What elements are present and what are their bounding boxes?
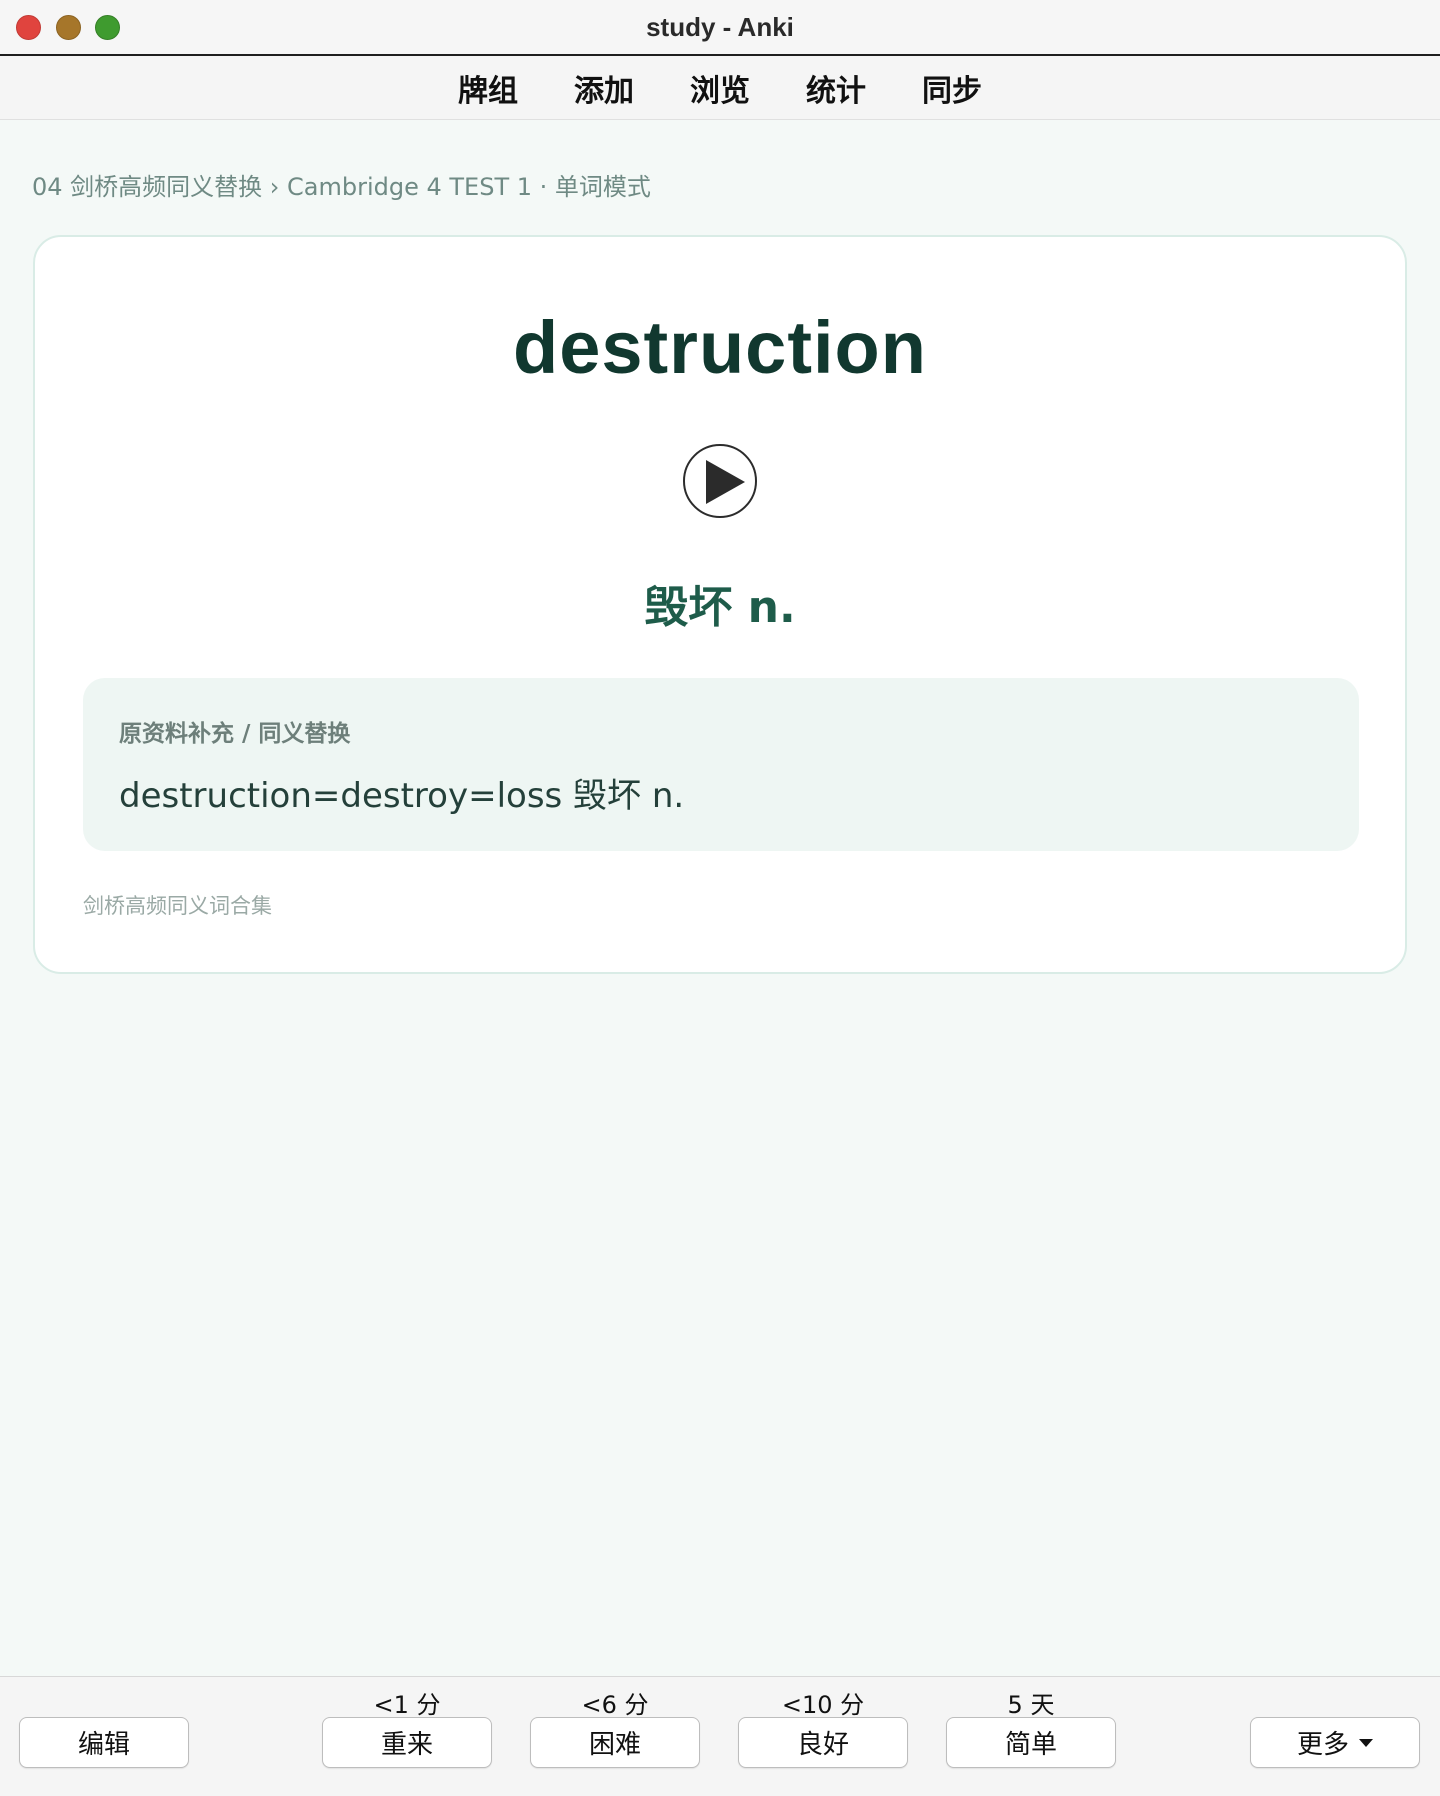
hard-button-label: 困难 bbox=[588, 1730, 641, 1760]
toolbar-browse[interactable]: 浏览 bbox=[690, 66, 750, 110]
toolbar-add[interactable]: 添加 bbox=[574, 66, 634, 110]
good-button-label: 良好 bbox=[796, 1730, 849, 1760]
toolbar-stats[interactable]: 统计 bbox=[806, 66, 866, 110]
good-button[interactable]: 良好 bbox=[738, 1717, 908, 1768]
easy-button[interactable]: 简单 bbox=[946, 1717, 1116, 1768]
edit-button-label: 编辑 bbox=[77, 1730, 130, 1760]
edit-button[interactable]: 编辑 bbox=[19, 1717, 189, 1768]
interval-hard: <6 分 bbox=[581, 1691, 649, 1719]
chevron-down-icon bbox=[1359, 1738, 1373, 1747]
toolbar-sync[interactable]: 同步 bbox=[922, 66, 982, 110]
toolbar-decks[interactable]: 牌组 bbox=[458, 66, 518, 110]
card-meaning: 毁坏 n. bbox=[644, 582, 796, 633]
note-text: destruction=destroy=loss 毁坏 n. bbox=[119, 776, 685, 816]
note-box: 原资料补充 / 同义替换 destruction=destroy=loss 毁坏… bbox=[83, 678, 1359, 851]
play-audio-button[interactable] bbox=[683, 444, 757, 518]
again-button[interactable]: 重来 bbox=[322, 1717, 492, 1768]
window-title: study - Anki bbox=[646, 12, 794, 42]
anki-window: study - Anki 牌组 添加 浏览 统计 同步 04 剑桥高频同义替换 … bbox=[0, 0, 1440, 1796]
easy-button-label: 简单 bbox=[1004, 1730, 1057, 1760]
note-label: 原资料补充 / 同义替换 bbox=[119, 721, 351, 747]
more-button-label: 更多 bbox=[1296, 1730, 1349, 1760]
interval-again: <1 分 bbox=[373, 1691, 441, 1719]
more-button[interactable]: 更多 bbox=[1250, 1717, 1420, 1768]
review-card: destruction 毁坏 n. 原资料补充 / 同义替换 destructi… bbox=[33, 235, 1407, 974]
breadcrumb: 04 剑桥高频同义替换 › Cambridge 4 TEST 1 · 单词模式 bbox=[32, 173, 651, 201]
answer-bar: 编辑 <1 分 重来 <6 分 困难 <10 分 良好 5 天 简单 更多 bbox=[0, 1676, 1440, 1796]
main-toolbar: 牌组 添加 浏览 统计 同步 bbox=[0, 56, 1440, 120]
title-bar: study - Anki bbox=[0, 0, 1440, 56]
interval-good: <10 分 bbox=[781, 1691, 865, 1719]
again-button-label: 重来 bbox=[380, 1730, 433, 1760]
play-icon bbox=[706, 460, 745, 504]
interval-easy: 5 天 bbox=[1007, 1691, 1055, 1719]
hard-button[interactable]: 困难 bbox=[530, 1717, 700, 1768]
card-word: destruction bbox=[513, 306, 927, 389]
card-source: 剑桥高频同义词合集 bbox=[83, 894, 272, 918]
